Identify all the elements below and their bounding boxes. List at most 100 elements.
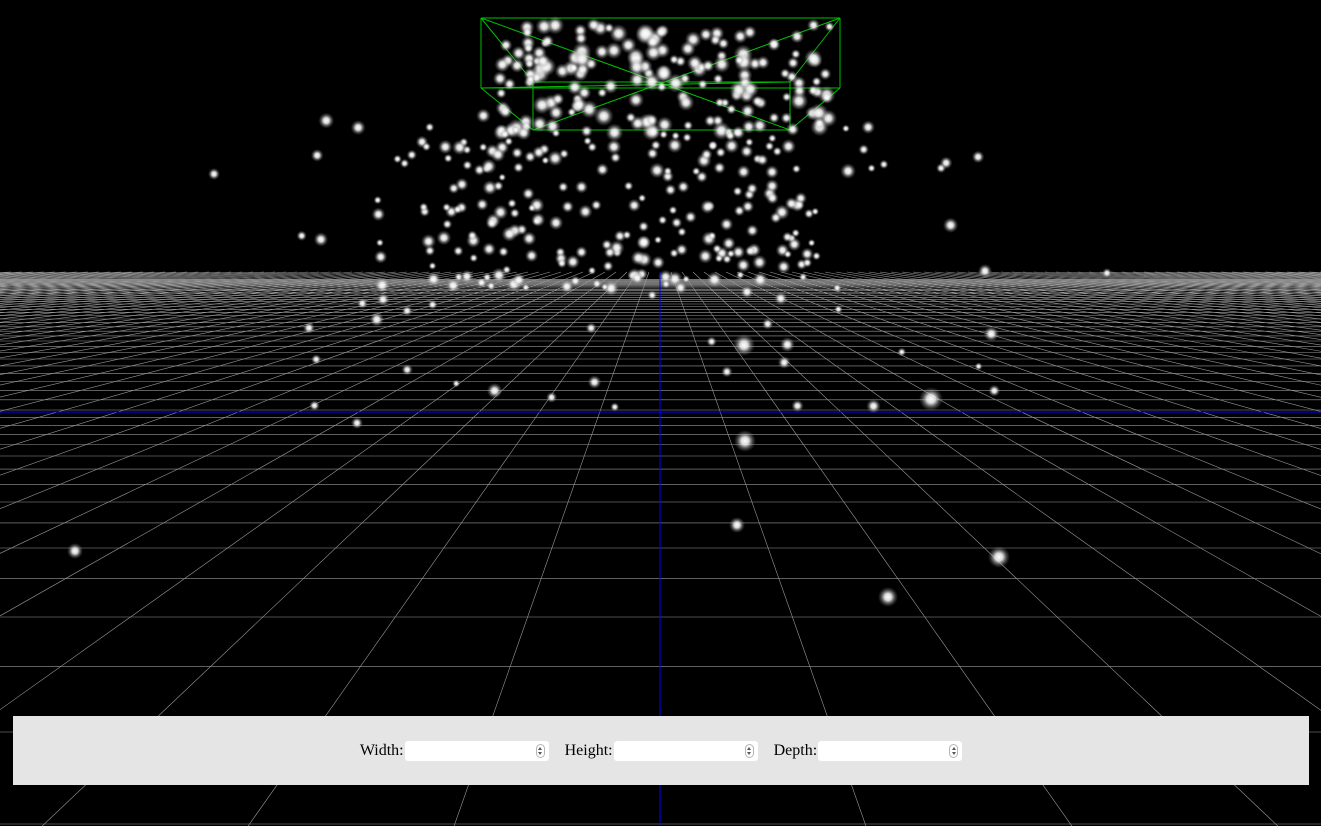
particle <box>677 94 695 112</box>
spin-down-icon[interactable] <box>951 751 956 755</box>
particle <box>988 384 1001 397</box>
particle <box>356 298 368 309</box>
particle <box>776 259 791 274</box>
particle <box>486 382 503 399</box>
particle <box>677 227 687 237</box>
particle <box>798 272 808 282</box>
particle <box>374 250 388 264</box>
particle <box>988 546 1010 568</box>
particle <box>841 124 851 133</box>
particle <box>664 183 677 196</box>
particle <box>486 281 496 291</box>
particle <box>548 215 564 231</box>
depth-spinner-icon[interactable] <box>949 743 959 758</box>
particle <box>557 181 569 193</box>
particle <box>511 272 526 287</box>
depth-input[interactable] <box>818 740 945 761</box>
spin-up-icon[interactable] <box>747 746 752 750</box>
depth-input-wrapper[interactable] <box>818 740 963 761</box>
particle <box>919 387 943 411</box>
particle <box>647 290 658 301</box>
particle <box>482 242 496 256</box>
particle <box>781 138 796 154</box>
particle <box>578 204 593 219</box>
particle <box>781 92 792 102</box>
particle <box>697 79 708 90</box>
particle <box>671 131 681 141</box>
particle <box>661 279 671 289</box>
particle <box>768 112 780 124</box>
particle <box>452 204 463 215</box>
particle <box>401 305 413 317</box>
height-input-wrapper[interactable] <box>613 740 758 761</box>
particle <box>600 282 609 292</box>
particle <box>574 180 589 194</box>
particle <box>424 122 435 132</box>
width-input-wrapper[interactable] <box>404 740 549 761</box>
spin-up-icon[interactable] <box>538 746 543 750</box>
particle <box>630 250 646 266</box>
particle <box>498 104 513 119</box>
height-spinner-icon[interactable] <box>744 743 754 758</box>
particle <box>311 354 322 365</box>
particle <box>740 103 756 119</box>
particle <box>375 238 384 247</box>
particle <box>734 55 745 66</box>
spin-up-icon[interactable] <box>951 746 956 750</box>
particle <box>580 125 593 138</box>
particle <box>585 322 597 334</box>
particle <box>540 34 555 48</box>
particle <box>656 66 672 82</box>
particle <box>806 18 821 32</box>
width-input[interactable] <box>404 740 531 761</box>
particle <box>700 199 715 214</box>
height-control: Height: <box>565 740 758 761</box>
particle <box>803 208 815 219</box>
particle <box>717 37 730 50</box>
particle <box>691 166 701 176</box>
particle <box>309 400 320 411</box>
particle <box>586 17 601 33</box>
control-panel: Width: Height: Depth: <box>13 716 1309 785</box>
particle <box>832 283 842 293</box>
particle <box>800 247 814 261</box>
particle <box>780 112 793 124</box>
particle <box>683 120 694 131</box>
particle <box>971 150 985 164</box>
particle <box>803 49 823 68</box>
width-spinner-icon[interactable] <box>535 743 545 758</box>
particle <box>769 211 782 224</box>
particle <box>561 200 574 213</box>
particle <box>610 402 620 412</box>
particle <box>686 54 703 72</box>
particle <box>596 87 608 98</box>
particle <box>524 249 539 263</box>
particle <box>744 245 756 257</box>
particle <box>575 245 588 259</box>
particle <box>445 278 461 293</box>
particle <box>625 112 637 123</box>
particle <box>587 142 598 153</box>
particle <box>644 43 663 62</box>
particle <box>736 270 745 280</box>
particle <box>462 160 473 171</box>
depth-control: Depth: <box>774 740 963 761</box>
particle <box>782 231 793 243</box>
particle-scene[interactable] <box>0 0 1321 826</box>
spin-down-icon[interactable] <box>747 751 752 755</box>
particle <box>706 271 723 288</box>
particle <box>303 322 315 334</box>
particle <box>668 205 678 215</box>
particle <box>436 230 452 246</box>
height-input[interactable] <box>613 740 740 761</box>
particle <box>734 430 756 452</box>
particle <box>546 391 558 403</box>
particle <box>669 54 680 65</box>
spin-down-icon[interactable] <box>538 751 543 755</box>
particle <box>807 238 816 247</box>
particle <box>602 260 614 272</box>
3d-viewport[interactable]: Width: Height: Depth: <box>0 0 1321 826</box>
particle-cloud <box>67 16 1112 607</box>
particle <box>765 179 780 193</box>
particle <box>587 266 597 275</box>
